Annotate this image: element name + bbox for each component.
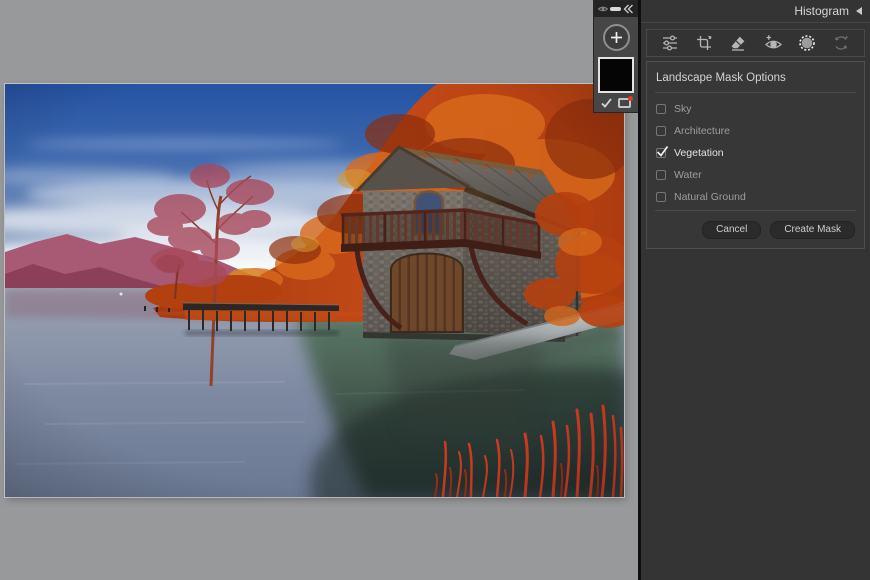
right-panel: Histogram — [638, 0, 870, 580]
collapse-chevrons-icon[interactable] — [623, 4, 634, 14]
overlay-settings-icon[interactable] — [618, 98, 631, 108]
minimize-pill-icon[interactable] — [610, 7, 621, 11]
histogram-header[interactable]: Histogram — [641, 0, 870, 23]
checkbox[interactable] — [656, 126, 666, 136]
crop-icon[interactable] — [693, 32, 715, 54]
collapse-triangle-icon — [856, 7, 862, 15]
panel-title: Landscape Mask Options — [647, 62, 864, 92]
mask-thumbnail[interactable] — [598, 57, 634, 93]
red-eye-icon[interactable] — [762, 32, 784, 54]
cancel-button[interactable]: Cancel — [702, 221, 761, 239]
edit-sliders-icon[interactable] — [659, 32, 681, 54]
mask-option-architecture[interactable]: Architecture — [647, 120, 864, 142]
mask-visible-check-icon[interactable] — [601, 98, 612, 108]
mask-option-list: Sky Architecture Vegetation — [647, 93, 864, 210]
button-row: Cancel Create Mask — [647, 221, 855, 239]
mask-option-water[interactable]: Water — [647, 164, 864, 186]
mask-option-natural-ground[interactable]: Natural Ground — [647, 186, 864, 208]
add-mask-button[interactable] — [603, 24, 630, 51]
photo[interactable] — [5, 84, 624, 497]
checkbox[interactable] — [656, 148, 666, 158]
landscape-mask-options-panel: Landscape Mask Options Sky Architectur — [646, 61, 865, 249]
lightroom-workspace: Histogram — [0, 0, 870, 580]
plus-icon — [610, 31, 623, 44]
masking-icon[interactable] — [796, 32, 818, 54]
masks-panel-header — [594, 1, 638, 17]
photo-scene — [5, 84, 624, 497]
masks-panel — [593, 0, 639, 113]
healing-eraser-icon[interactable] — [727, 32, 749, 54]
checkbox[interactable] — [656, 104, 666, 114]
histogram-label: Histogram — [794, 4, 849, 18]
create-mask-button[interactable]: Create Mask — [770, 221, 855, 239]
masks-panel-footer — [594, 93, 638, 108]
checkbox[interactable] — [656, 170, 666, 180]
mask-option-vegetation[interactable]: Vegetation — [647, 142, 864, 164]
edit-toolbar — [646, 29, 865, 57]
masks-panel-body — [594, 17, 638, 108]
vignette — [5, 84, 624, 497]
eye-icon[interactable] — [598, 5, 608, 13]
mask-option-sky[interactable]: Sky — [647, 98, 864, 120]
divider — [655, 210, 856, 211]
checkbox[interactable] — [656, 192, 666, 202]
check-icon — [656, 145, 669, 158]
ai-remove-icon[interactable] — [830, 32, 852, 54]
